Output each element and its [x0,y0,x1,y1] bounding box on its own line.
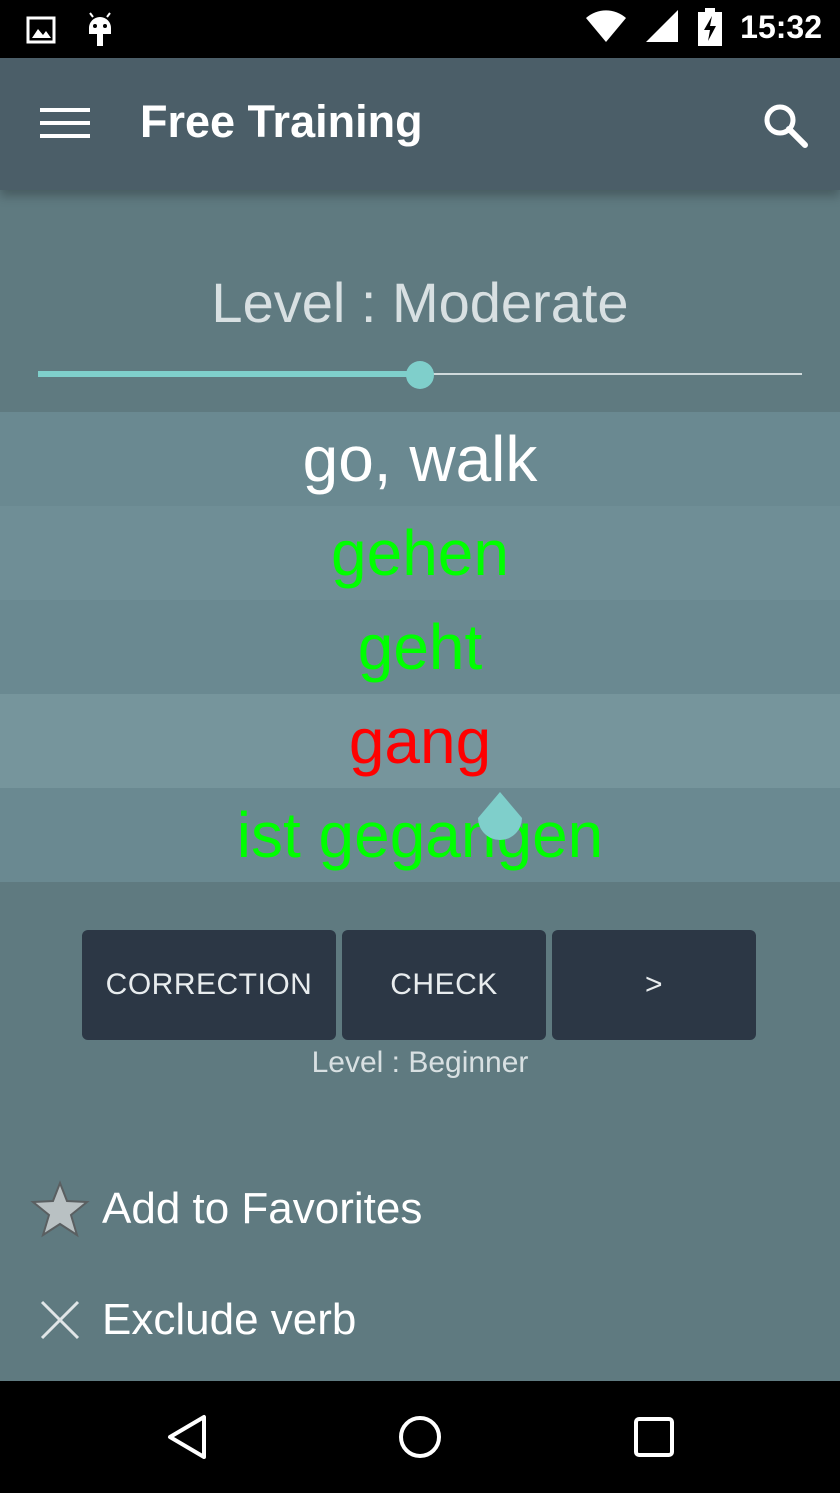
android-icon [89,12,111,46]
page-title: Free Training [140,96,423,147]
next-button[interactable]: > [552,930,756,1040]
back-icon[interactable] [162,1411,214,1463]
exclude-verb-button[interactable]: Exclude verb [30,1290,356,1350]
close-icon [40,1300,80,1340]
favorites-label: Add to Favorites [102,1184,423,1233]
add-to-favorites-button[interactable]: Add to Favorites [30,1180,422,1238]
wifi-icon [586,10,627,42]
sub-level-label: Level : Beginner [311,1046,529,1079]
verb-past[interactable]: gang [0,694,840,788]
verb-forms: go, walk gehen geht gang ist gegangen [0,412,840,882]
image-icon [26,16,56,44]
navigation-bar [0,1381,840,1493]
home-icon[interactable] [394,1411,446,1463]
verb-present[interactable]: geht [0,600,840,694]
verb-infinitive[interactable]: gehen [0,506,840,600]
verb-translation: go, walk [0,412,840,506]
signal-icon [646,10,679,42]
text-cursor-handle-icon[interactable] [476,792,524,844]
recents-icon[interactable] [628,1411,680,1463]
battery-charging-icon [698,8,723,46]
star-icon [30,1180,90,1238]
correction-button[interactable]: CORRECTION [82,930,336,1040]
search-icon[interactable] [762,102,808,148]
app-bar: Free Training [0,58,840,190]
check-button[interactable]: CHECK [342,930,546,1040]
verb-perfect[interactable]: ist gegangen [0,788,840,882]
exclude-label: Exclude verb [102,1295,357,1344]
level-slider[interactable] [38,360,802,390]
hamburger-menu-icon[interactable] [40,108,90,140]
status-bar: 15:32 [0,0,840,58]
clock: 15:32 [740,8,822,45]
slider-fill [38,371,420,377]
slider-thumb[interactable] [406,361,434,389]
level-title: Level : Moderate [211,271,629,334]
